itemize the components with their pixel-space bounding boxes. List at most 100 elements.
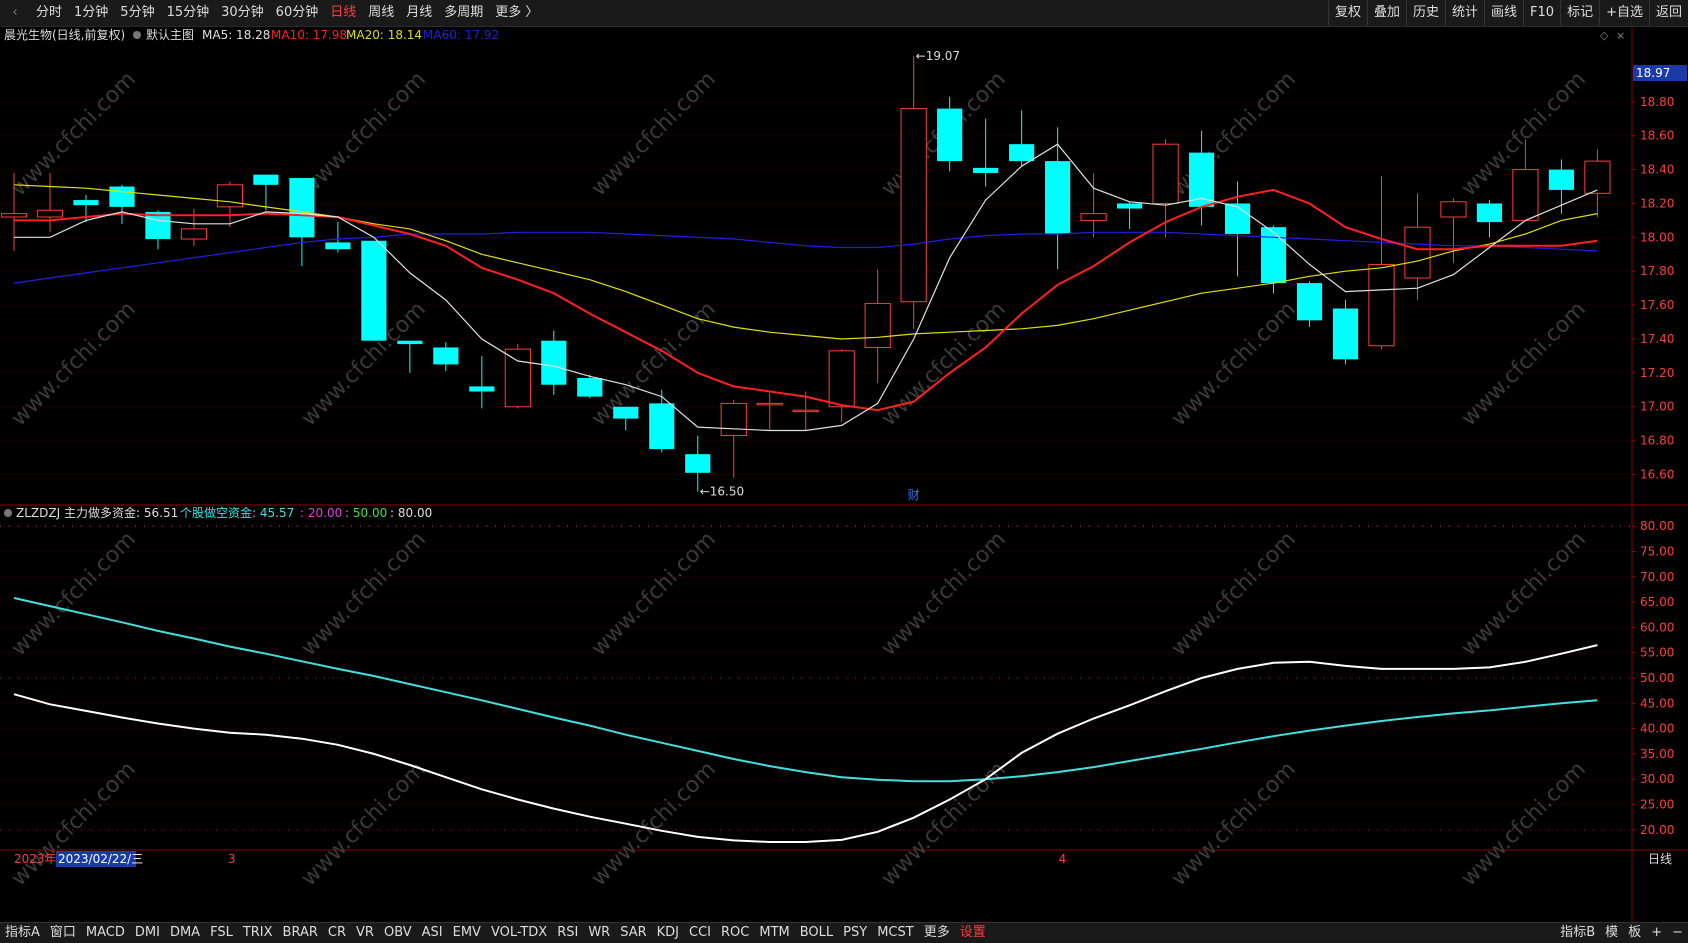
toolbar-button-1[interactable]: 叠加 [1366, 0, 1406, 26]
watermark-text: www.cfchi.com [587, 757, 721, 891]
period-tab-8[interactable]: 月线 [400, 0, 438, 26]
period-tab-3[interactable]: 15分钟 [161, 0, 216, 26]
toolbar-right-buttons: 复权 叠加 历史 统计 画线 F10 标记 +自选 返回 [1327, 0, 1688, 26]
period-tab-1[interactable]: 1分钟 [68, 0, 114, 26]
price-tick-label: 17.00 [1640, 400, 1674, 414]
candle-body-down [397, 340, 423, 345]
toolbar-button-2[interactable]: 历史 [1405, 0, 1445, 26]
candle-body-up [1368, 263, 1395, 347]
candle-body-down [937, 108, 963, 162]
indicator-tab-24[interactable]: 更多 [919, 923, 955, 943]
period-tab-7[interactable]: 周线 [362, 0, 400, 26]
toolbar-button-6[interactable]: 标记 [1560, 0, 1599, 26]
period-tab-2[interactable]: 5分钟 [114, 0, 160, 26]
indicator-tab-18[interactable]: CCI [684, 923, 716, 943]
kline-chart[interactable]: www.cfchi.com www.cfchi.com www.cfchi.com w… [0, 27, 1688, 922]
ma20-line [13, 184, 1598, 340]
candle-body-up [1440, 201, 1467, 218]
candle-body-up [828, 350, 855, 408]
price-tick-label: 16.80 [1640, 434, 1674, 448]
watermark-text: www.cfchi.com [1457, 757, 1591, 891]
candle-body-down [541, 340, 567, 385]
indicator-tab-9[interactable]: VR [351, 923, 379, 943]
candle-body-down [577, 377, 603, 397]
candle-body-up [504, 348, 531, 408]
candle-body-down [973, 167, 999, 173]
toolbar-button-0[interactable]: 复权 [1327, 0, 1367, 26]
sub-tick-label: 65.00 [1640, 595, 1674, 609]
indicator-tab-17[interactable]: KDJ [652, 923, 684, 943]
sub-tick-label: 70.00 [1640, 570, 1674, 584]
indicator-tab-14[interactable]: RSI [552, 923, 583, 943]
candle-body-down [109, 186, 135, 207]
candle-body-up [756, 402, 783, 406]
period-tab-9[interactable]: 多周期 [438, 0, 489, 26]
sub-tick-label: 30.00 [1640, 772, 1674, 786]
watermark-text: www.cfchi.com [1167, 297, 1301, 431]
period-tab-5[interactable]: 60分钟 [270, 0, 325, 26]
price-tick-label: 17.80 [1640, 264, 1674, 278]
indicator-tab-7[interactable]: BRAR [278, 923, 323, 943]
indicator-tab-2[interactable]: MACD [81, 923, 130, 943]
indicator-bar: 指标A 窗口 MACD DMI DMA FSL TRIX BRAR CR VR OBV ASI EMV V… [0, 922, 1688, 943]
indicator-bar-right-3[interactable]: + [1646, 923, 1667, 943]
indicator-tab-20[interactable]: MTM [754, 923, 794, 943]
period-tab-4[interactable]: 30分钟 [215, 0, 270, 26]
indicator-tab-23[interactable]: MCST [872, 923, 919, 943]
candle-body-down [613, 406, 639, 419]
indicator-tab-10[interactable]: OBV [379, 923, 417, 943]
indicator-bar-right-0[interactable]: 指标B [1555, 923, 1600, 943]
watermark-text: www.cfchi.com [1167, 757, 1301, 891]
candle-body-up [792, 409, 819, 413]
candle-body-down [1296, 283, 1323, 321]
toolbar-button-5[interactable]: F10 [1523, 0, 1560, 26]
event-marker: 财 [908, 488, 920, 502]
indicator-tab-11[interactable]: ASI [417, 923, 448, 943]
indicator-tab-0[interactable]: 指标A [0, 923, 45, 943]
indicator-tab-16[interactable]: SAR [615, 923, 651, 943]
indicator-tab-8[interactable]: CR [323, 923, 351, 943]
indicator-tab-13[interactable]: VOL-TDX [486, 923, 552, 943]
indicator-tab-21[interactable]: BOLL [795, 923, 838, 943]
sub-tick-label: 80.00 [1640, 519, 1674, 533]
back-arrow-icon[interactable]: ‹ [0, 0, 30, 26]
price-tick-label: 17.20 [1640, 366, 1674, 380]
indicator-tab-19[interactable]: ROC [716, 923, 754, 943]
toolbar-button-8[interactable]: 返回 [1648, 0, 1688, 26]
indicator-tab-25[interactable]: 设置 [955, 923, 991, 943]
indicator-tab-4[interactable]: DMA [165, 923, 205, 943]
toolbar-button-4[interactable]: 画线 [1484, 0, 1523, 26]
candle-body-down [469, 386, 495, 392]
indicator-bar-right-4[interactable]: − [1667, 923, 1688, 943]
indicator-bar-right-1[interactable]: 模 [1600, 923, 1623, 943]
watermark-text: www.cfchi.com [587, 67, 721, 201]
ma10-label: MA10: 17.98 [271, 28, 347, 42]
sub-tick-label: 35.00 [1640, 747, 1674, 761]
candle-body-up [1584, 160, 1611, 194]
toolbar-button-7[interactable]: +自选 [1599, 0, 1649, 26]
high-price-label: ←19.07 [916, 49, 960, 63]
period-tab-0[interactable]: 分时 [30, 0, 68, 26]
indicator-tab-1[interactable]: 窗口 [45, 923, 81, 943]
ma5-line [14, 143, 1598, 432]
indicator-tab-22[interactable]: PSY [838, 923, 872, 943]
period-tabs: ‹ 分时 1分钟 5分钟 15分钟 30分钟 60分钟 日线 周线 月线 多周期 更多 〉 [0, 0, 544, 26]
indicator-tab-12[interactable]: EMV [448, 923, 486, 943]
indicator-tab-5[interactable]: FSL [205, 923, 238, 943]
toolbar-button-3[interactable]: 统计 [1445, 0, 1484, 26]
period-tab-10[interactable]: 更多 〉 [489, 0, 544, 26]
level1-label: : 20.00 [300, 506, 342, 520]
current-price-tag: 18.97 [1636, 66, 1670, 80]
watermark-text: www.cfchi.com [587, 527, 721, 661]
candle-body-down [1224, 203, 1251, 234]
main-fund-line [13, 644, 1598, 843]
candle-body-down [1476, 203, 1503, 223]
period-tab-6[interactable]: 日线 [324, 0, 362, 26]
indicator-tab-6[interactable]: TRIX [238, 923, 278, 943]
indicator-tab-15[interactable]: WR [583, 923, 615, 943]
candle-body-up [1152, 143, 1179, 204]
watermark-text: www.cfchi.com [877, 527, 1011, 661]
indicator-bar-right-2[interactable]: 板 [1623, 923, 1646, 943]
price-tick-label: 18.80 [1640, 95, 1674, 109]
indicator-tab-3[interactable]: DMI [130, 923, 165, 943]
